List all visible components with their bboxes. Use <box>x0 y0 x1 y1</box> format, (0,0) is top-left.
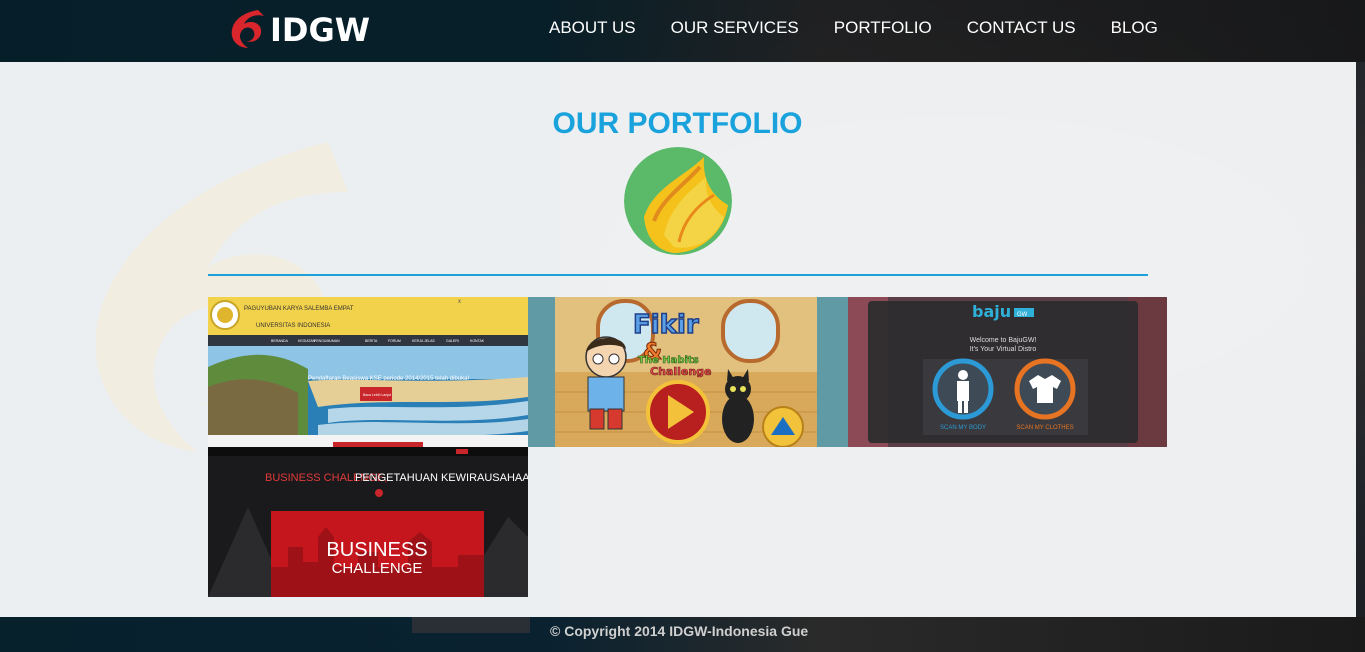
portfolio-item-bajugw[interactable]: baju GW Welcome to BajuGW! It's Your Vir… <box>848 297 1167 447</box>
site-logo[interactable]: IDGW <box>228 8 370 52</box>
site-footer: © Copyright 2014 IDGW-Indonesia Gue <box>0 617 1365 652</box>
nav-about-us[interactable]: ABOUT US <box>549 18 636 38</box>
play-button-icon[interactable] <box>646 380 710 444</box>
kse-menu-5: KERJA JELAS <box>412 339 435 343</box>
bc-banner-line1: BUSINESS <box>326 539 427 561</box>
kse-close-icon: x <box>458 299 461 305</box>
kse-menu-4: FORUM <box>388 339 401 343</box>
scan-clothes-button-icon[interactable] <box>1014 358 1076 420</box>
portfolio-item-fikir[interactable]: Fikir & The Habits Challenge <box>528 297 848 447</box>
scan-body-label: SCAN MY BODY <box>940 425 986 431</box>
baju-welcome: Welcome to BajuGW! <box>970 337 1037 344</box>
bc-headline-white: PENGETAHUAN KEWIRAUSAHAAN <box>355 472 528 484</box>
portfolio-badge-icon <box>624 147 732 255</box>
nav-blog[interactable]: BLOG <box>1111 18 1158 38</box>
kse-menu-2: PENGUMUMAN <box>314 339 340 343</box>
kse-menu-3: BERITA <box>365 339 378 343</box>
page-title: OUR PORTFOLIO <box>552 107 803 140</box>
baju-logo-suffix: GW <box>1017 312 1028 318</box>
main-nav: ABOUT US OUR SERVICES PORTFOLIO CONTACT … <box>549 18 1158 38</box>
logo-wordmark: IDGW <box>270 11 371 49</box>
footer-decoration <box>412 617 530 633</box>
kse-menu-7: KONTAK <box>470 339 485 343</box>
section-divider <box>208 274 1148 276</box>
nav-contact-us[interactable]: CONTACT US <box>967 18 1076 38</box>
copyright-text: © Copyright 2014 IDGW-Indonesia Gue <box>550 623 809 639</box>
fikir-title: Fikir <box>633 310 699 340</box>
fikir-subtitle-2: Challenge <box>650 365 712 378</box>
up-arrow-button-icon[interactable] <box>762 406 804 447</box>
kse-menu-0: BERANDA <box>271 339 289 343</box>
kse-menu-6: GALERI <box>446 339 459 343</box>
scan-clothes-label: SCAN MY CLOTHES <box>1016 425 1073 431</box>
kse-header-sub: UNIVERSITAS INDONESIA <box>256 323 330 329</box>
kse-hero-text: Pendaftaran Beasiswa KSE periode 2014/20… <box>308 376 469 382</box>
kse-menu-1: KEGIATAN <box>298 339 316 343</box>
baju-logo: baju <box>972 302 1011 321</box>
baju-tagline: It's Your Virtual Distro <box>970 346 1037 353</box>
kse-header-title: PAGUYUBAN KARYA SALEMBA EMPAT <box>244 306 354 312</box>
portfolio-item-kse[interactable]: PAGUYUBAN KARYA SALEMBA EMPAT UNIVERSITA… <box>208 297 528 447</box>
site-header: IDGW ABOUT US OUR SERVICES PORTFOLIO CON… <box>0 0 1365 62</box>
scan-body-button-icon[interactable] <box>932 358 994 420</box>
portfolio-section: OUR PORTFOLIO PAGUYUBAN KARYA SALEMBA EM… <box>0 62 1356 617</box>
bc-banner-line2: CHALLENGE <box>332 560 423 577</box>
kse-cta-text: Baca Lebih Lanjut <box>363 393 391 397</box>
logo-flame-icon <box>231 10 264 48</box>
nav-our-services[interactable]: OUR SERVICES <box>671 18 799 38</box>
portfolio-item-business-challenge[interactable]: BUSINESS CHALENGE, PENGETAHUAN KEWIRAUSA… <box>208 447 528 597</box>
nav-portfolio[interactable]: PORTFOLIO <box>834 18 932 38</box>
